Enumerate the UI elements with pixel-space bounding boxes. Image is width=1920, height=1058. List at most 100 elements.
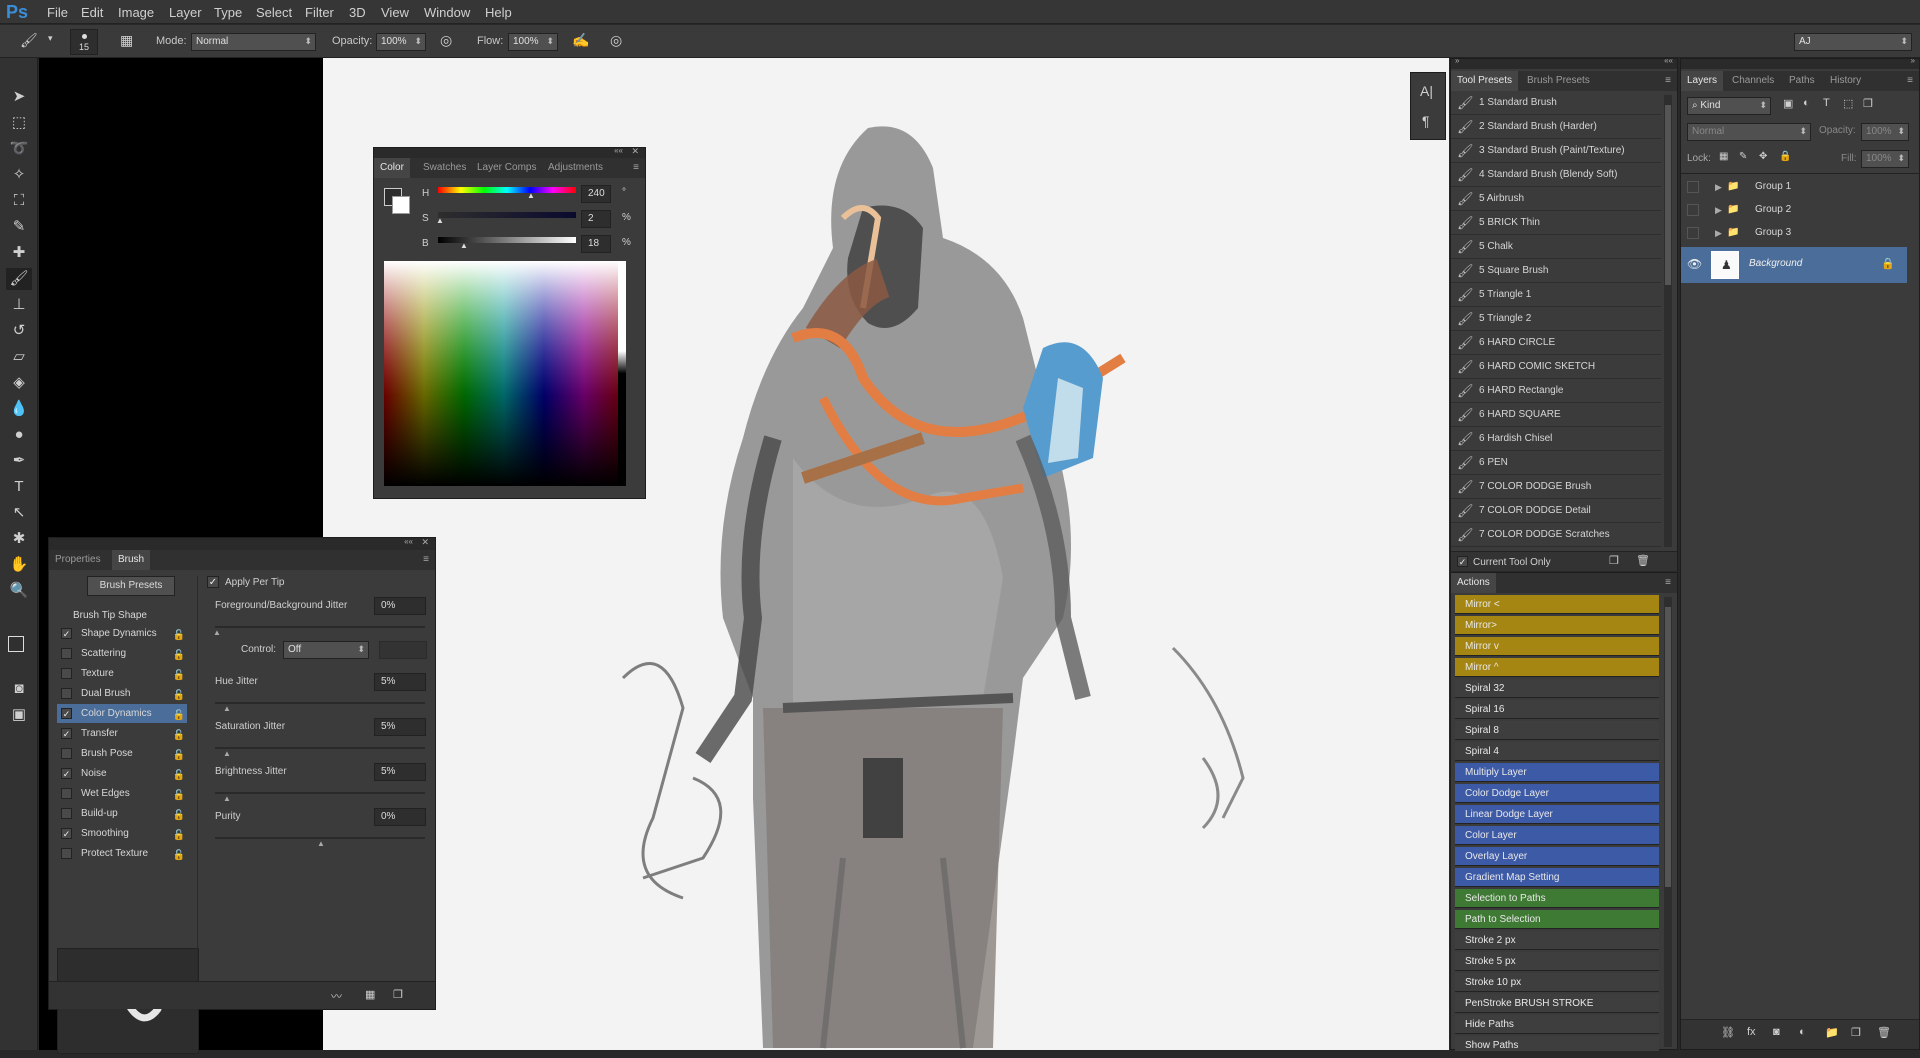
type-tool-icon[interactable]: T <box>6 476 32 498</box>
lock-icon[interactable]: 🔓 <box>173 826 185 845</box>
panel-menu-icon[interactable]: ≡ <box>1907 75 1913 86</box>
action-button[interactable]: Stroke 10 px <box>1455 973 1659 992</box>
brush-size-preview[interactable]: 15 <box>70 29 98 55</box>
checkbox[interactable]: ✓ <box>61 728 72 739</box>
layer-group-1[interactable]: ▶ 📁 Group 1 <box>1681 175 1901 199</box>
menu-3d[interactable]: 3D <box>349 5 366 20</box>
tab-channels[interactable]: Channels <box>1726 71 1780 91</box>
tool-preset-item[interactable]: 🖌 7 COLOR DODGE Detail <box>1451 499 1661 523</box>
brush-setting-item[interactable]: ✓ Transfer 🔓 <box>57 724 187 743</box>
slider-thumb-icon[interactable]: ▲ <box>223 749 231 758</box>
saturation-field[interactable]: 2 <box>581 210 611 228</box>
lock-icon[interactable]: 🔓 <box>173 646 185 665</box>
brush-setting-item[interactable]: Build-up 🔓 <box>57 804 187 823</box>
brush-grid-icon[interactable]: ▦ <box>365 988 375 1001</box>
mode-dropdown[interactable]: Normal <box>191 33 316 51</box>
brush-setting-item[interactable]: Wet Edges 🔓 <box>57 784 187 803</box>
tool-preset-item[interactable]: 🖌 7 COLOR DODGE Brush <box>1451 475 1661 499</box>
checkbox[interactable] <box>61 748 72 759</box>
expand-arrow-icon[interactable]: ▶ <box>1715 175 1722 199</box>
brush-setting-item[interactable]: ✓ Color Dynamics 🔓 <box>57 704 187 723</box>
tool-preset-item[interactable]: 🖌 5 BRICK Thin <box>1451 211 1661 235</box>
brightness-slider[interactable] <box>438 237 576 243</box>
tool-preset-item[interactable]: 🖌 6 HARD SQUARE <box>1451 403 1661 427</box>
menu-image[interactable]: Image <box>118 5 154 20</box>
character-icon[interactable]: A| <box>1420 83 1433 99</box>
action-button[interactable]: Spiral 4 <box>1455 742 1659 761</box>
checkbox[interactable] <box>61 788 72 799</box>
tab-history[interactable]: History <box>1824 71 1867 91</box>
stamp-tool-icon[interactable]: ⊥ <box>6 294 32 316</box>
pen-tool-icon[interactable]: ✒ <box>6 450 32 472</box>
new-group-icon[interactable]: 📁 <box>1825 1026 1839 1039</box>
action-button[interactable]: Mirror> <box>1455 616 1659 635</box>
brush-panel-toggle-icon[interactable]: ▦ <box>120 32 133 49</box>
panel-menu-icon[interactable]: ≡ <box>1665 577 1671 588</box>
saturation-slider[interactable] <box>438 212 576 218</box>
zoom-tool-icon[interactable]: 🔍 <box>6 580 32 602</box>
link-layers-icon[interactable]: ⛓ <box>1721 1026 1735 1039</box>
tool-preset-item[interactable]: 🖌 6 HARD Rectangle <box>1451 379 1661 403</box>
layer-opacity-dropdown[interactable]: 100% <box>1861 123 1909 141</box>
add-mask-icon[interactable]: ◙ <box>1773 1026 1780 1038</box>
close-icon[interactable]: ✕ <box>421 537 429 548</box>
tool-presets-scrollbar[interactable] <box>1664 95 1672 547</box>
action-button[interactable]: Spiral 32 <box>1455 679 1659 698</box>
lock-icon[interactable]: 🔓 <box>173 726 185 745</box>
move-tool-icon[interactable]: ➤ <box>6 86 32 108</box>
tool-preset-item[interactable]: 🖌 6 PEN <box>1451 451 1661 475</box>
brush-setting-item[interactable]: ✓ Noise 🔓 <box>57 764 187 783</box>
brush-setting-item[interactable]: Brush Pose 🔓 <box>57 744 187 763</box>
tab-adjustments[interactable]: Adjustments <box>542 158 609 178</box>
saturation-jitter-field[interactable]: 5% <box>374 718 426 736</box>
tool-preset-item[interactable]: 🖌 1 Standard Brush <box>1451 91 1661 115</box>
expand-arrow-icon[interactable]: ▶ <box>1715 198 1722 222</box>
checkbox[interactable] <box>61 668 72 679</box>
tab-paths[interactable]: Paths <box>1783 71 1821 91</box>
tab-color[interactable]: Color <box>374 158 410 178</box>
menu-select[interactable]: Select <box>256 5 292 20</box>
paint-bucket-icon[interactable]: ◈ <box>6 372 32 394</box>
tool-preset-item[interactable]: 🖌 5 Chalk <box>1451 235 1661 259</box>
brush-picker-arrow-icon[interactable]: ▾ <box>48 33 53 44</box>
hue-jitter-field[interactable]: 5% <box>374 673 426 691</box>
purity-field[interactable]: 0% <box>374 808 426 826</box>
menu-help[interactable]: Help <box>485 5 512 20</box>
action-button[interactable]: Color Layer <box>1455 826 1659 845</box>
lock-transparent-icon[interactable]: ▦ <box>1719 151 1728 162</box>
brightness-jitter-field[interactable]: 5% <box>374 763 426 781</box>
brush-setting-item[interactable]: Scattering 🔓 <box>57 644 187 663</box>
tool-preset-item[interactable]: 🖌 7 COLOR DODGE Scratches <box>1451 523 1661 547</box>
panel-drag-bar[interactable]: » <box>1681 56 1919 69</box>
tab-swatches[interactable]: Swatches <box>417 158 472 178</box>
layer-group-3[interactable]: ▶ 📁 Group 3 <box>1681 221 1901 245</box>
action-button[interactable]: Gradient Map Setting <box>1455 868 1659 887</box>
action-button[interactable]: Mirror < <box>1455 595 1659 614</box>
control-dropdown[interactable]: Off <box>283 641 369 659</box>
quick-mask-icon[interactable]: ◙ <box>6 678 32 700</box>
action-button[interactable]: Linear Dodge Layer <box>1455 805 1659 824</box>
tool-preset-item[interactable]: 🖌 6 HARD COMIC SKETCH <box>1451 355 1661 379</box>
layer-style-fx-icon[interactable]: fx <box>1747 1026 1756 1038</box>
tool-preset-item[interactable]: 🖌 2 Standard Brush (Harder) <box>1451 115 1661 139</box>
checkbox[interactable]: ✓ <box>61 828 72 839</box>
action-button[interactable]: Stroke 5 px <box>1455 952 1659 971</box>
panel-menu-icon[interactable]: ≡ <box>633 162 639 173</box>
visibility-toggle[interactable] <box>1687 204 1699 216</box>
lock-icon[interactable]: 🔓 <box>173 786 185 805</box>
visibility-toggle[interactable] <box>1687 181 1699 193</box>
action-button[interactable]: Stroke 2 px <box>1455 931 1659 950</box>
lock-icon[interactable]: 🔓 <box>173 766 185 785</box>
eye-icon[interactable]: 👁 <box>1687 257 1702 271</box>
lock-position-icon[interactable]: ✥ <box>1759 151 1767 162</box>
filter-pixel-icon[interactable]: ▣ <box>1783 97 1793 110</box>
layer-background[interactable]: 👁 ♟ Background 🔒 <box>1681 247 1907 283</box>
lock-all-icon[interactable]: 🔒 <box>1779 151 1791 162</box>
menu-filter[interactable]: Filter <box>305 5 334 20</box>
layer-filter-kind-dropdown[interactable]: ⌕ Kind <box>1687 97 1771 115</box>
slider-thumb-icon[interactable]: ▲ <box>223 794 231 803</box>
tool-preset-item[interactable]: 🖌 5 Triangle 2 <box>1451 307 1661 331</box>
action-button[interactable]: Selection to Paths <box>1455 889 1659 908</box>
lock-icon[interactable]: 🔓 <box>173 686 185 705</box>
menu-edit[interactable]: Edit <box>81 5 103 20</box>
